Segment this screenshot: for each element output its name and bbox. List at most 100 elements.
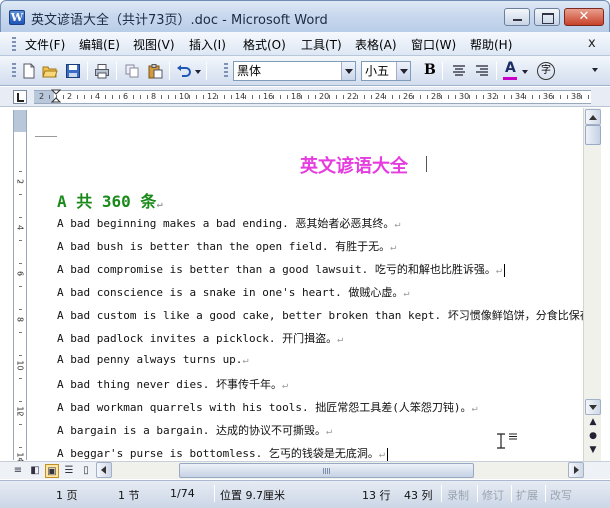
font-color-dropdown-icon[interactable]: [521, 63, 529, 79]
vertical-scroll-thumb[interactable]: [585, 125, 601, 145]
document-page[interactable]: 英文谚语大全 A 共 360 条↵ A bad beginning makes …: [30, 108, 583, 461]
scroll-up-button[interactable]: [585, 109, 601, 125]
line-text: A bad bush is better than the open field…: [57, 240, 391, 253]
status-track-changes[interactable]: 修订: [482, 487, 504, 503]
ruler-tick: [19, 446, 22, 448]
document-line: A bad penny always turns up.↵: [57, 353, 248, 366]
document-line: A beggar's purse is bottomless. 乞丐的钱袋是无底…: [57, 445, 388, 461]
indent-marker-icon[interactable]: [51, 87, 61, 107]
undo-dropdown-icon[interactable]: [194, 63, 202, 79]
toolbar-separator: [206, 62, 207, 80]
document-line: A bad custom is like a good cake, better…: [57, 307, 583, 323]
title-bar: W 英文谚语大全（共计73页）.doc - Microsoft Word ✕: [0, 0, 610, 32]
status-separator: [441, 485, 442, 502]
menu-window[interactable]: 窗口(W): [411, 36, 456, 53]
ruler-tick: [567, 95, 568, 99]
ruler-tick: [427, 95, 428, 99]
document-close-icon[interactable]: x: [588, 36, 596, 51]
ruler-tick: [19, 377, 22, 379]
paragraph-mark: ↵: [378, 449, 385, 460]
menu-edit[interactable]: 编辑(E): [79, 36, 120, 53]
phonetic-guide-button[interactable]: 字: [537, 62, 555, 80]
status-page-of: 1/74: [170, 487, 195, 500]
menu-view[interactable]: 视图(V): [133, 36, 175, 53]
align-right-icon[interactable]: [474, 63, 490, 79]
ruler-tick: [455, 95, 456, 99]
ruler-tick: [588, 95, 589, 99]
select-browse-object-icon[interactable]: ●: [585, 430, 601, 443]
line-text: A bad beginning makes a bad ending. 恶其始者…: [57, 217, 395, 230]
status-record[interactable]: 录制: [447, 487, 469, 503]
status-overtype[interactable]: 改写: [550, 487, 572, 503]
horizontal-ruler[interactable]: 2 2 4 6 8 10 12 14 16 18 20 22 24 26 28 30 32 34 36 38: [34, 90, 591, 104]
ruler-tick: [511, 95, 512, 99]
align-center-icon[interactable]: [451, 63, 467, 79]
chevron-down-icon[interactable]: [341, 62, 355, 80]
vertical-ruler[interactable]: 2468101214: [13, 110, 27, 471]
document-line: A bad bush is better than the open field…: [57, 238, 396, 254]
font-color-swatch: [503, 77, 517, 80]
paste-icon[interactable]: [147, 63, 163, 79]
menu-help[interactable]: 帮助(H): [470, 36, 512, 53]
font-color-button[interactable]: A: [505, 60, 516, 76]
normal-view-icon[interactable]: ≡: [11, 464, 25, 478]
previous-page-icon[interactable]: ▲: [585, 416, 601, 429]
menu-tools[interactable]: 工具(T): [301, 36, 342, 53]
maximize-button[interactable]: [534, 8, 560, 26]
undo-icon[interactable]: [176, 63, 192, 79]
document-line: A bad compromise is better than a good l…: [57, 261, 505, 277]
menu-insert[interactable]: 插入(I): [189, 36, 226, 53]
status-line: 13 行: [362, 489, 391, 502]
save-disk-icon[interactable]: [65, 63, 81, 79]
ruler-tick: [19, 423, 22, 425]
scroll-down-button[interactable]: [585, 399, 601, 415]
ruler-number: 2: [67, 92, 73, 101]
ruler-tick: [203, 95, 204, 99]
menubar-grip[interactable]: [12, 37, 16, 51]
toolbar-grip[interactable]: [12, 63, 16, 79]
next-page-icon[interactable]: ▼: [585, 444, 601, 457]
ruler-tick: [245, 95, 246, 99]
print-layout-view-icon[interactable]: ▣: [45, 464, 59, 478]
reading-layout-view-icon[interactable]: ▯: [79, 464, 93, 478]
toolbar-grip[interactable]: [224, 63, 228, 79]
menu-file[interactable]: 文件(F): [25, 36, 65, 53]
status-bar: 1 页 1 节 1/74 位置 9.7厘米 13 行 43 列 录制 修订 扩展…: [0, 480, 610, 508]
close-button[interactable]: ✕: [564, 8, 604, 26]
minimize-button[interactable]: [504, 8, 530, 26]
copy-icon[interactable]: [124, 63, 140, 79]
margin-corner-mark: [35, 136, 57, 137]
ruler-tick: [357, 95, 358, 99]
outline-view-icon[interactable]: ☰: [62, 464, 76, 478]
text-cursor: [503, 263, 505, 277]
document-line: A bargain is a bargain. 达成的协议不可撕毁。↵: [57, 422, 332, 438]
new-document-icon[interactable]: [21, 63, 37, 79]
toolbar-options-icon[interactable]: [590, 63, 600, 79]
ruler-tick: [483, 95, 484, 99]
vertical-scrollbar[interactable]: ▲ ● ▼: [583, 108, 601, 461]
ruler-number: 4: [95, 92, 101, 101]
web-layout-view-icon[interactable]: ◧: [28, 464, 42, 478]
scroll-left-button[interactable]: [96, 462, 112, 478]
tab-selector-button[interactable]: [13, 90, 27, 104]
ruler-tick: [19, 216, 22, 218]
horizontal-scroll-thumb[interactable]: [179, 463, 474, 478]
ruler-tick: [19, 412, 22, 413]
scroll-right-button[interactable]: [568, 462, 584, 478]
print-icon[interactable]: [94, 63, 110, 79]
horizontal-scrollbar[interactable]: [96, 462, 585, 479]
ruler-tick: [19, 458, 22, 459]
menu-format[interactable]: 格式(O): [243, 36, 286, 53]
ruler-tick: [371, 95, 372, 99]
status-separator: [214, 485, 215, 502]
menu-table[interactable]: 表格(A): [355, 36, 397, 53]
open-folder-icon[interactable]: [42, 63, 58, 79]
chevron-down-icon[interactable]: [396, 62, 410, 80]
bold-button[interactable]: B: [424, 62, 436, 78]
ruler-tick: [19, 320, 22, 321]
font-name-select[interactable]: 黑体: [233, 61, 356, 81]
status-separator: [477, 485, 478, 502]
status-position: 位置 9.7厘米: [220, 489, 285, 502]
font-size-select[interactable]: 小五: [361, 61, 411, 81]
status-extend[interactable]: 扩展: [516, 487, 538, 503]
